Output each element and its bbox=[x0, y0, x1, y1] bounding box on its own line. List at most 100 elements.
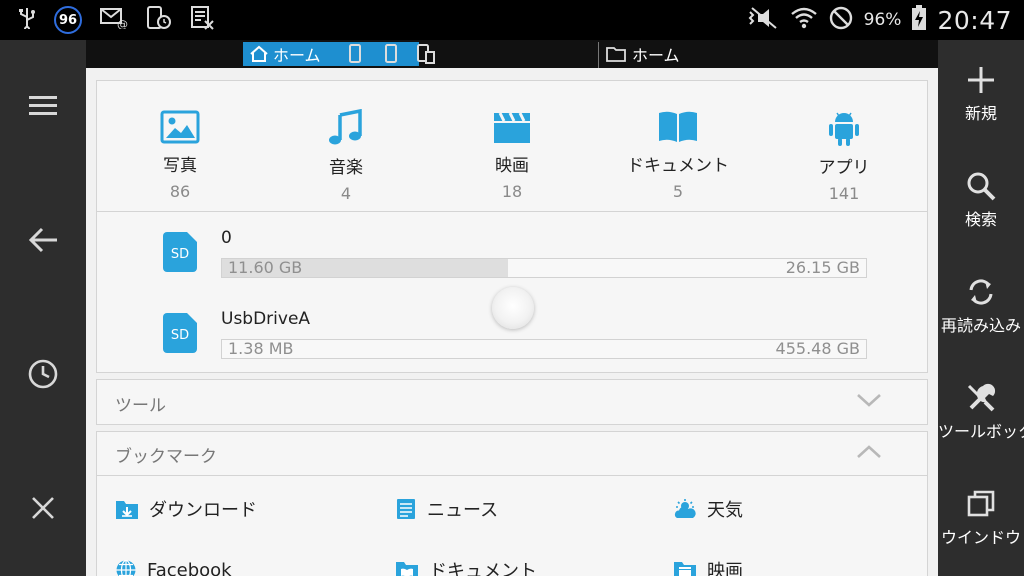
bookmark-label: 天気 bbox=[707, 500, 743, 521]
bookmark-weather[interactable]: 天気 bbox=[673, 494, 743, 524]
tools-section[interactable]: ツール bbox=[96, 379, 928, 425]
plus-icon bbox=[968, 67, 994, 93]
phone-icon bbox=[349, 44, 361, 63]
storage-item[interactable]: SD 0 11.60 GB 26.15 GB bbox=[97, 222, 927, 292]
tab-home-label: ホーム bbox=[273, 46, 321, 65]
category-music[interactable]: 音楽 4 bbox=[286, 109, 406, 203]
category-count: 18 bbox=[501, 182, 523, 201]
windows-button[interactable]: ウインドウ bbox=[938, 482, 1024, 572]
bookmark-downloads[interactable]: ダウンロード bbox=[115, 494, 257, 524]
close-icon bbox=[32, 497, 54, 519]
tools-icon bbox=[967, 383, 996, 412]
bookmark-label: Facebook bbox=[147, 559, 232, 576]
clock-icon bbox=[28, 359, 58, 389]
battery-charging-icon bbox=[911, 5, 927, 35]
notification-count-badge: 96 bbox=[54, 6, 82, 34]
bookmark-label: ニュース bbox=[427, 500, 499, 521]
book-folder-icon bbox=[396, 562, 418, 576]
close-button[interactable] bbox=[21, 486, 65, 530]
bookmark-facebook[interactable]: Facebook bbox=[115, 555, 232, 576]
category-documents[interactable]: ドキュメント 5 bbox=[618, 109, 738, 201]
bookmark-documents[interactable]: ドキュメント bbox=[395, 555, 537, 576]
category-label: ドキュメント bbox=[627, 156, 729, 176]
category-movies[interactable]: 映画 18 bbox=[452, 109, 572, 201]
storage-name: 0 bbox=[221, 228, 232, 248]
left-navigation-rail bbox=[0, 40, 86, 576]
folder-icon bbox=[606, 47, 626, 62]
sd-card-icon: SD bbox=[163, 232, 197, 272]
category-label: アプリ bbox=[818, 158, 870, 178]
bookmark-movies[interactable]: 映画 bbox=[673, 555, 743, 576]
bookmark-label: 映画 bbox=[707, 561, 743, 576]
bookmark-news[interactable]: ニュース bbox=[395, 494, 498, 524]
category-count: 4 bbox=[340, 184, 352, 203]
weather-icon bbox=[674, 499, 696, 518]
right-action-rail: 新規 検索 再読み込み ツールボックス ウインドウ bbox=[938, 40, 1024, 576]
globe-icon bbox=[116, 559, 136, 576]
storage-card: SD 0 11.60 GB 26.15 GB SD UsbDriveA 1.38… bbox=[96, 211, 928, 373]
search-button-label: 検索 bbox=[964, 210, 997, 229]
category-label: 音楽 bbox=[329, 158, 363, 178]
refresh-icon bbox=[969, 279, 993, 305]
back-button[interactable] bbox=[21, 218, 65, 262]
refresh-button-label: 再読み込み bbox=[940, 316, 1021, 335]
history-button[interactable] bbox=[21, 352, 65, 396]
tab-device-2[interactable] bbox=[384, 44, 398, 68]
tab-separator bbox=[598, 42, 599, 68]
news-icon bbox=[397, 499, 415, 519]
battery-percent: 96% bbox=[863, 10, 902, 30]
categories-card: 写真 86 音楽 4 映画 18 ドキュメント 5 アプリ 141 bbox=[96, 80, 928, 212]
category-photos[interactable]: 写真 86 bbox=[120, 109, 240, 201]
refresh-button[interactable]: 再読み込み bbox=[938, 270, 1024, 360]
path-breadcrumb[interactable]: ホーム bbox=[606, 42, 680, 66]
svg-text:@: @ bbox=[117, 18, 128, 29]
home-content: 写真 86 音楽 4 映画 18 ドキュメント 5 アプリ 141 SD 0 1… bbox=[86, 68, 938, 576]
hamburger-menu-icon bbox=[29, 96, 57, 115]
android-icon bbox=[829, 112, 859, 146]
storage-usage-bar: 1.38 MB 455.48 GB bbox=[221, 339, 867, 359]
new-button-label: 新規 bbox=[964, 104, 997, 123]
vibrate-mute-icon bbox=[748, 6, 780, 34]
tab-bar: ホーム ホーム bbox=[86, 40, 938, 68]
music-icon bbox=[329, 109, 362, 145]
download-folder-icon bbox=[116, 501, 138, 519]
phone-icon bbox=[385, 44, 397, 63]
toolbox-button-label: ツールボックス bbox=[938, 422, 1024, 441]
bookmark-label: ダウンロード bbox=[149, 500, 257, 521]
sd-card-icon: SD bbox=[163, 313, 197, 353]
storage-used: 11.60 GB bbox=[228, 258, 303, 277]
mail-icon: @ bbox=[100, 7, 128, 33]
path-label: ホーム bbox=[632, 46, 680, 65]
category-label: 映画 bbox=[495, 156, 529, 176]
bookmarks-section-title: ブックマーク bbox=[115, 447, 217, 467]
tab-device-1[interactable] bbox=[348, 44, 362, 68]
usb-icon bbox=[18, 7, 36, 33]
chevron-down-icon[interactable] bbox=[855, 390, 883, 410]
arrow-left-icon bbox=[28, 227, 57, 253]
bookmark-label: ドキュメント bbox=[429, 561, 537, 576]
tab-devices[interactable] bbox=[416, 44, 436, 68]
loading-spinner bbox=[492, 287, 534, 329]
search-icon bbox=[967, 172, 996, 201]
storage-name: UsbDriveA bbox=[221, 309, 311, 329]
bookmarks-header[interactable]: ブックマーク bbox=[97, 432, 927, 476]
devices-icon bbox=[417, 44, 435, 64]
search-button[interactable]: 検索 bbox=[938, 164, 1024, 254]
clock: 20:47 bbox=[937, 5, 1012, 35]
category-count: 5 bbox=[672, 182, 684, 201]
storage-total: 455.48 GB bbox=[775, 339, 860, 358]
status-bar: 96 @ 96% 20:47 bbox=[0, 0, 1024, 40]
spreadsheet-x-icon bbox=[190, 6, 216, 34]
bookmarks-section: ブックマーク ダウンロード ニュース 天気 Facebook ドキュメント 映画 bbox=[96, 431, 928, 576]
windows-button-label: ウインドウ bbox=[940, 528, 1021, 547]
svg-text:SD: SD bbox=[171, 247, 189, 262]
category-apps[interactable]: アプリ 141 bbox=[784, 109, 904, 203]
menu-button[interactable] bbox=[21, 84, 65, 128]
book-icon bbox=[659, 111, 697, 142]
new-button[interactable]: 新規 bbox=[938, 58, 1024, 148]
windows-icon bbox=[967, 490, 995, 517]
chevron-up-icon[interactable] bbox=[855, 442, 883, 462]
toolbox-button[interactable]: ツールボックス bbox=[938, 376, 1024, 466]
clapperboard-icon bbox=[494, 112, 530, 143]
storage-used: 1.38 MB bbox=[228, 339, 294, 358]
